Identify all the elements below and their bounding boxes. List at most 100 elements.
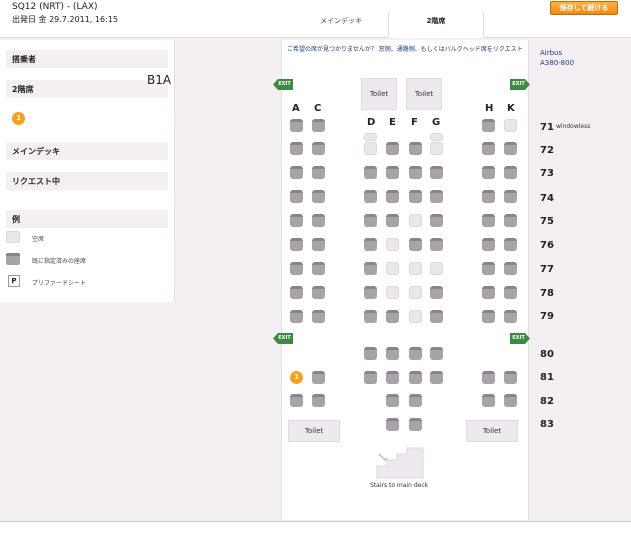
row-number-82: 82	[540, 396, 554, 407]
seat-75a[interactable]	[290, 214, 303, 227]
seat-request-link[interactable]: ご希望の席が見つかりませんか？ 窓側、通路側、もしくはバルクヘッド席をリクエスト	[287, 45, 523, 54]
seat-83f[interactable]	[409, 418, 422, 431]
seat-77g[interactable]	[430, 262, 443, 275]
tab-main-deck[interactable]: メインデッキ	[320, 16, 362, 26]
seat-76g[interactable]	[430, 238, 443, 251]
seat-78c[interactable]	[312, 286, 325, 299]
seat-81g[interactable]	[430, 371, 443, 384]
seat-79k[interactable]	[504, 310, 517, 323]
seat-78f[interactable]	[409, 286, 422, 299]
seat-74e[interactable]	[386, 190, 399, 203]
seat-72e[interactable]	[386, 142, 399, 155]
seat-77c[interactable]	[312, 262, 325, 275]
seat-81d[interactable]	[364, 371, 377, 384]
seat-74h[interactable]	[482, 190, 495, 203]
seat-71g[interactable]	[430, 133, 443, 141]
seat-76d[interactable]	[364, 238, 377, 251]
seat-73d[interactable]	[364, 166, 377, 179]
row-number-75: 75	[540, 216, 554, 227]
seat-82c[interactable]	[312, 394, 325, 407]
seat-73f[interactable]	[409, 166, 422, 179]
seat-82f[interactable]	[409, 394, 422, 407]
seat-83e[interactable]	[386, 418, 399, 431]
seat-72d[interactable]	[364, 142, 377, 155]
seat-71d[interactable]	[364, 133, 377, 141]
seat-75g[interactable]	[430, 214, 443, 227]
seat-71k[interactable]	[504, 119, 517, 132]
seat-74c[interactable]	[312, 190, 325, 203]
seat-77e[interactable]	[386, 262, 399, 275]
seat-76k[interactable]	[504, 238, 517, 251]
seat-78d[interactable]	[364, 286, 377, 299]
save-continue-button[interactable]: 保存して続ける	[550, 1, 618, 15]
seat-82h[interactable]	[482, 394, 495, 407]
seat-77d[interactable]	[364, 262, 377, 275]
seat-79g[interactable]	[430, 310, 443, 323]
seat-74a[interactable]	[290, 190, 303, 203]
seat-80g[interactable]	[430, 347, 443, 360]
seat-78k[interactable]	[504, 286, 517, 299]
windowless-note: windowless	[556, 123, 591, 130]
seat-81k[interactable]	[504, 371, 517, 384]
seat-71c[interactable]	[312, 119, 325, 132]
seat-72c[interactable]	[312, 142, 325, 155]
seat-82a[interactable]	[290, 394, 303, 407]
seat-72a[interactable]	[290, 142, 303, 155]
seat-76f[interactable]	[409, 238, 422, 251]
seat-75f[interactable]	[409, 214, 422, 227]
seat-79c[interactable]	[312, 310, 325, 323]
seat-81f[interactable]	[409, 371, 422, 384]
seat-81c[interactable]	[312, 371, 325, 384]
tab-upper-deck[interactable]: 2階席	[388, 12, 484, 38]
seat-76c[interactable]	[312, 238, 325, 251]
seat-76h[interactable]	[482, 238, 495, 251]
seat-73e[interactable]	[386, 166, 399, 179]
passenger-row[interactable]: 1	[6, 106, 168, 132]
seat-79f[interactable]	[409, 310, 422, 323]
seat-82e[interactable]	[386, 394, 399, 407]
seat-77h[interactable]	[482, 262, 495, 275]
seat-81h[interactable]	[482, 371, 495, 384]
seat-79e[interactable]	[386, 310, 399, 323]
seat-79d[interactable]	[364, 310, 377, 323]
seat-78e[interactable]	[386, 286, 399, 299]
seat-75e[interactable]	[386, 214, 399, 227]
seat-78a[interactable]	[290, 286, 303, 299]
seat-81e[interactable]	[386, 371, 399, 384]
seat-76a[interactable]	[290, 238, 303, 251]
seat-71h[interactable]	[482, 119, 495, 132]
seat-77f[interactable]	[409, 262, 422, 275]
seat-80e[interactable]	[386, 347, 399, 360]
seat-72h[interactable]	[482, 142, 495, 155]
seat-79a[interactable]	[290, 310, 303, 323]
seat-74k[interactable]	[504, 190, 517, 203]
seat-75c[interactable]	[312, 214, 325, 227]
seat-78g[interactable]	[430, 286, 443, 299]
seat-74f[interactable]	[409, 190, 422, 203]
seat-80f[interactable]	[409, 347, 422, 360]
seat-80d[interactable]	[364, 347, 377, 360]
seat-73g[interactable]	[430, 166, 443, 179]
seat-73h[interactable]	[482, 166, 495, 179]
toilet-rear-right: Toilet	[466, 420, 518, 442]
seat-72k[interactable]	[504, 142, 517, 155]
row-number-73: 73	[540, 168, 554, 179]
seat-79h[interactable]	[482, 310, 495, 323]
seat-82k[interactable]	[504, 394, 517, 407]
seat-81a[interactable]: 1	[290, 371, 303, 384]
seat-73c[interactable]	[312, 166, 325, 179]
seat-74g[interactable]	[430, 190, 443, 203]
seat-77k[interactable]	[504, 262, 517, 275]
seat-72g[interactable]	[430, 142, 443, 155]
seat-75k[interactable]	[504, 214, 517, 227]
seat-75h[interactable]	[482, 214, 495, 227]
seat-73k[interactable]	[504, 166, 517, 179]
seat-72f[interactable]	[409, 142, 422, 155]
seat-73a[interactable]	[290, 166, 303, 179]
seat-74d[interactable]	[364, 190, 377, 203]
seat-77a[interactable]	[290, 262, 303, 275]
seat-76e[interactable]	[386, 238, 399, 251]
seat-78h[interactable]	[482, 286, 495, 299]
seat-75d[interactable]	[364, 214, 377, 227]
seat-71a[interactable]	[290, 119, 303, 132]
